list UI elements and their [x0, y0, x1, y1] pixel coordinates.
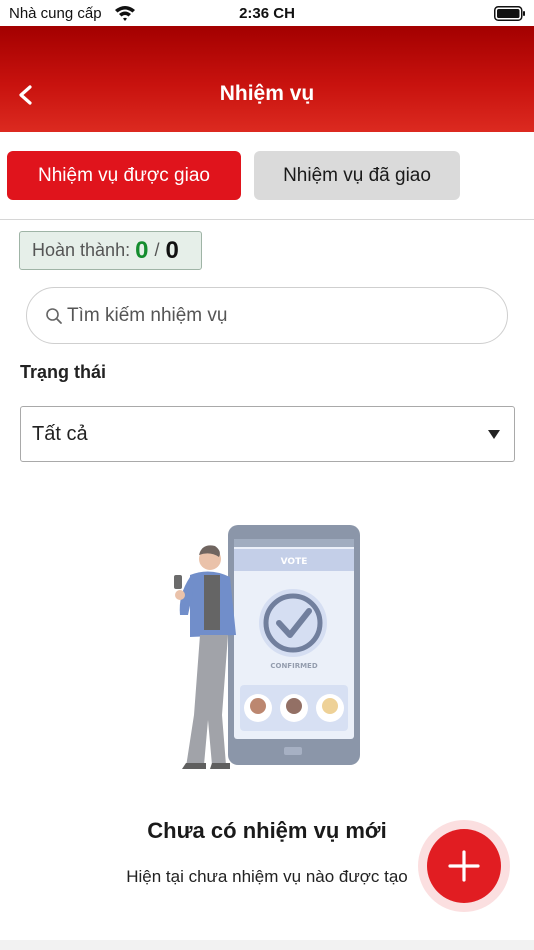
divider	[0, 219, 534, 220]
search-input[interactable]	[67, 288, 487, 343]
status-filter-label: Trạng thái	[20, 362, 107, 382]
bottom-strip	[0, 940, 534, 950]
search-icon	[46, 308, 62, 324]
total-count: 0	[165, 236, 179, 264]
battery-icon	[494, 6, 525, 21]
completion-label: Hoàn thành:	[32, 240, 131, 260]
completed-count: 0	[135, 236, 149, 264]
status-filter-select[interactable]: Tất cả	[20, 406, 515, 462]
app-header: Nhiệm vụ	[0, 26, 534, 132]
tab-assigned-by-me[interactable]: Nhiệm vụ đã giao	[254, 151, 460, 200]
confirmed-label: CONFIRMED	[270, 662, 317, 670]
vote-label: VOTE	[281, 557, 308, 567]
status-bar: Nhà cung cấp 2:36 CH	[0, 0, 534, 28]
count-separator: /	[154, 240, 160, 260]
clock: 2:36 CH	[239, 5, 295, 22]
caret-down-icon	[488, 430, 500, 439]
add-task-button[interactable]	[427, 829, 501, 903]
completion-badge: Hoàn thành: 0 / 0	[19, 231, 202, 270]
plus-icon	[448, 850, 480, 882]
tab-assigned-to-me[interactable]: Nhiệm vụ được giao	[7, 151, 241, 200]
page-title: Nhiệm vụ	[219, 82, 315, 105]
empty-state-illustration: VOTE CONFIRMED	[174, 525, 360, 769]
status-filter-value: Tất cả	[32, 423, 88, 445]
search-box[interactable]	[26, 287, 508, 344]
